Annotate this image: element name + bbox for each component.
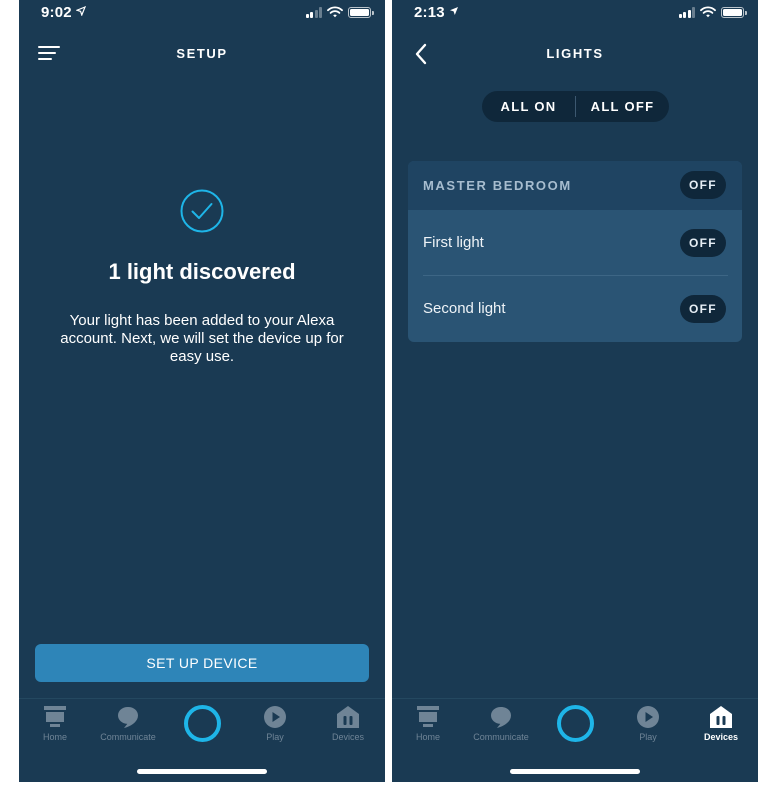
light-name: Second light <box>423 300 506 317</box>
nav-label-play: Play <box>639 732 657 742</box>
light-power-toggle[interactable]: OFF <box>680 295 726 323</box>
devices-icon <box>337 706 359 728</box>
page-title: LIGHTS <box>546 46 604 61</box>
home-indicator[interactable] <box>137 769 267 774</box>
set-up-device-button[interactable]: SET UP DEVICE <box>35 644 369 682</box>
battery-icon <box>348 6 374 18</box>
light-row-second[interactable]: Second light OFF <box>408 276 742 342</box>
nav-item-devices[interactable]: Devices <box>313 705 383 742</box>
all-on-off-toggle: ALL ON ALL OFF <box>482 91 669 122</box>
all-off-button[interactable]: ALL OFF <box>576 99 669 114</box>
battery-icon <box>721 6 747 18</box>
all-on-button[interactable]: ALL ON <box>482 99 575 114</box>
nav-label-devices: Devices <box>703 732 739 742</box>
status-bar: 9:02 <box>19 0 385 26</box>
setup-screen: 9:02 SETUP 1 light discovered Your light… <box>19 0 385 782</box>
nav-label-play: Play <box>266 732 284 742</box>
status-indicators <box>305 6 374 18</box>
group-power-toggle[interactable]: OFF <box>680 171 726 199</box>
home-icon <box>44 706 66 727</box>
play-icon <box>637 706 659 728</box>
signal-icon <box>678 6 695 18</box>
devices-icon <box>710 706 732 728</box>
nav-label-home: Home <box>415 732 440 742</box>
page-title: SETUP <box>176 46 228 61</box>
discovered-title: 1 light discovered <box>108 259 296 284</box>
light-row-first[interactable]: First light OFF <box>408 210 742 276</box>
status-bar: 2:13 <box>392 0 758 26</box>
nav-label-communicate: Communicate <box>473 732 529 742</box>
light-name: First light <box>423 234 484 251</box>
group-card-master-bedroom: MASTER BEDROOM OFF First light OFF Secon… <box>408 161 742 342</box>
status-indicators <box>678 6 747 18</box>
wifi-icon <box>327 6 343 18</box>
group-header[interactable]: MASTER BEDROOM OFF <box>408 161 742 210</box>
discovered-description: Your light has been added to your Alexa … <box>60 312 344 365</box>
nav-label-devices: Devices <box>331 732 364 742</box>
signal-icon <box>305 6 322 18</box>
home-indicator[interactable] <box>510 769 640 774</box>
light-power-toggle[interactable]: OFF <box>680 229 726 257</box>
nav-item-communicate[interactable]: Communicate <box>93 705 163 742</box>
status-time: 2:13 <box>414 4 459 21</box>
nav-item-play[interactable]: Play <box>613 705 683 742</box>
location-arrow-icon <box>75 5 87 17</box>
nav-label-communicate: Communicate <box>100 732 156 742</box>
lights-screen: 2:13 LIGHTS ALL ON ALL OFF MASTER BEDROO… <box>392 0 758 782</box>
nav-label-home: Home <box>42 732 67 742</box>
nav-item-devices[interactable]: Devices <box>686 705 756 742</box>
nav-item-communicate[interactable]: Communicate <box>466 705 536 742</box>
status-time: 9:02 <box>41 4 87 21</box>
nav-item-play[interactable]: Play <box>240 705 310 742</box>
alexa-icon[interactable] <box>184 705 221 742</box>
location-arrow-icon <box>450 7 459 15</box>
wifi-icon <box>700 6 716 18</box>
home-icon <box>417 706 439 727</box>
alexa-icon[interactable] <box>557 705 594 742</box>
nav-item-home[interactable]: Home <box>20 705 90 742</box>
chat-bubble-icon <box>491 707 511 728</box>
nav-item-home[interactable]: Home <box>393 705 463 742</box>
group-name: MASTER BEDROOM <box>423 178 572 193</box>
checkmark-circle-icon <box>180 189 224 233</box>
play-icon <box>264 706 286 728</box>
chat-bubble-icon <box>118 707 138 728</box>
